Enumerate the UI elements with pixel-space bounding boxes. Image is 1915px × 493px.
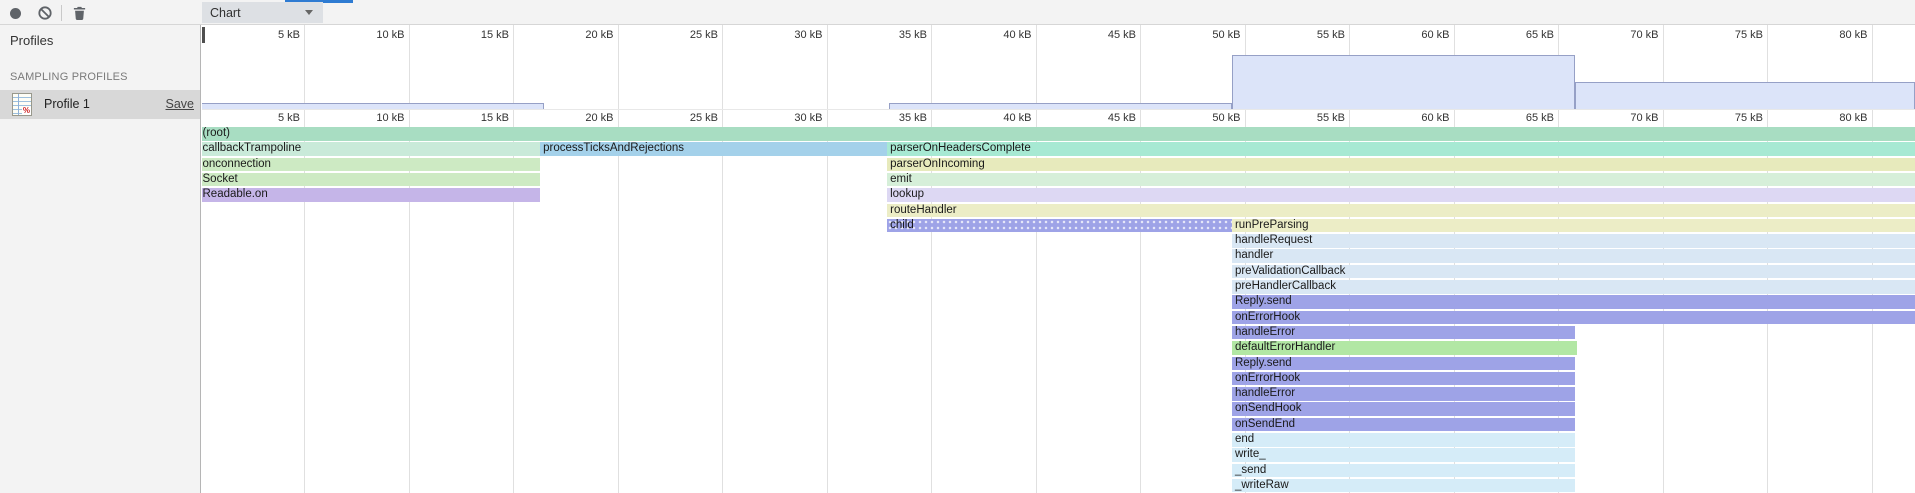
axis-tick-label: 50 kB	[1183, 112, 1241, 124]
sampling-profiles-header: SAMPLING PROFILES	[10, 71, 128, 83]
axis-tick-label: 55 kB	[1287, 29, 1345, 41]
clear-profiles-button[interactable]	[36, 4, 54, 22]
flame-bar[interactable]: onSendEnd	[1232, 418, 1575, 432]
axis-tick-label: 5 kB	[242, 112, 300, 124]
axis-tick-label: 10 kB	[347, 112, 405, 124]
chevron-down-icon	[305, 10, 313, 15]
flame-bar[interactable]: handler	[1232, 249, 1915, 263]
flame-bar[interactable]: handleError	[1232, 326, 1575, 340]
axis-tick-label: 25 kB	[660, 112, 718, 124]
axis-tick-label: 50 kB	[1183, 29, 1241, 41]
allocation-overview[interactable]	[202, 45, 1915, 109]
axis-tick-label: 60 kB	[1392, 112, 1450, 124]
axis-tick-label: 80 kB	[1810, 112, 1868, 124]
flame-bar[interactable]: onSendHook	[1232, 402, 1575, 416]
delete-profile-button[interactable]	[70, 4, 88, 22]
overview-area-segment	[1575, 82, 1915, 109]
flame-bar[interactable]: parserOnIncoming	[887, 158, 1915, 172]
flame-bar[interactable]: routeHandler	[887, 204, 1915, 218]
axis-tick-label: 30 kB	[765, 112, 823, 124]
flame-bar[interactable]: onconnection	[202, 158, 540, 172]
heap-profile-icon: %	[12, 93, 32, 116]
flame-bar[interactable]: emit	[887, 173, 1915, 187]
flame-bar[interactable]: _writeRaw	[1232, 479, 1575, 493]
flame-bar[interactable]: processTicksAndRejections	[540, 142, 887, 156]
flame-bar[interactable]: preHandlerCallback	[1232, 280, 1915, 294]
save-profile-link[interactable]: Save	[166, 97, 195, 111]
flame-bar[interactable]: handleRequest	[1232, 234, 1915, 248]
axis-tick-label: 65 kB	[1496, 112, 1554, 124]
overview-area-segment	[1232, 55, 1575, 109]
axis-tick-label: 20 kB	[556, 29, 614, 41]
flame-bar[interactable]: preValidationCallback	[1232, 265, 1915, 279]
sidebar-title: Profiles	[10, 33, 53, 48]
flame-bar[interactable]: Readable.on	[202, 188, 540, 202]
flame-bar[interactable]: child	[887, 219, 1232, 233]
flame-bar[interactable]: Reply.send	[1232, 295, 1915, 309]
view-mode-select[interactable]: Chart	[202, 2, 323, 23]
axis-tick-label: 70 kB	[1601, 29, 1659, 41]
profiles-sidebar: Profiles SAMPLING PROFILES % Profile 1 S…	[0, 25, 201, 493]
flame-bar[interactable]: parserOnHeadersComplete	[887, 142, 1915, 156]
axis-tick-label: 15 kB	[451, 29, 509, 41]
axis-tick-label: 15 kB	[451, 112, 509, 124]
flame-bar[interactable]: onErrorHook	[1232, 372, 1575, 386]
profile-list-item[interactable]: % Profile 1 Save	[0, 90, 200, 119]
flame-bar[interactable]: runPreParsing	[1232, 219, 1915, 233]
axis-tick-label: 80 kB	[1810, 29, 1868, 41]
axis-tick-label: 45 kB	[1078, 29, 1136, 41]
record-profile-button[interactable]	[6, 4, 24, 22]
profile-name: Profile 1	[44, 97, 90, 111]
axis-tick-label: 70 kB	[1601, 112, 1659, 124]
axis-tick-label: 10 kB	[347, 29, 405, 41]
axis-tick-label: 45 kB	[1078, 112, 1136, 124]
flame-bar[interactable]: _send	[1232, 464, 1575, 478]
axis-tick-label: 65 kB	[1496, 29, 1554, 41]
record-icon	[10, 8, 21, 19]
axis-tick-label: 20 kB	[556, 112, 614, 124]
axis-tick-label: 75 kB	[1705, 112, 1763, 124]
percent-badge: %	[22, 107, 31, 115]
block-icon	[37, 5, 53, 21]
axis-tick-label: 35 kB	[869, 29, 927, 41]
axis-tick-label: 25 kB	[660, 29, 718, 41]
view-mode-value: Chart	[210, 6, 241, 20]
flame-bar[interactable]: end	[1232, 433, 1575, 447]
flame-bar[interactable]: (root)	[202, 127, 1915, 141]
trash-icon	[72, 5, 87, 21]
axis-tick-label: 60 kB	[1392, 29, 1450, 41]
axis-tick-label: 40 kB	[974, 29, 1032, 41]
overview-baseline	[202, 109, 1915, 110]
flame-bar[interactable]: write_	[1232, 448, 1575, 462]
toolbar-divider	[61, 5, 62, 21]
flame-graph: (root)callbackTrampolineprocessTicksAndR…	[202, 127, 1915, 493]
flamechart-pane: 5 kB 10 kB 15 kB 20 kB 25 kB 30 kB 35 kB 40 kB 4…	[202, 25, 1915, 493]
axis-tick-label: 55 kB	[1287, 112, 1345, 124]
axis-tick-label: 30 kB	[765, 29, 823, 41]
flame-bar[interactable]: handleError	[1232, 387, 1575, 401]
flame-bar[interactable]: Reply.send	[1232, 357, 1575, 371]
axis-tick-label: 40 kB	[974, 112, 1032, 124]
axis-tick-label: 5 kB	[242, 29, 300, 41]
flame-bar[interactable]: defaultErrorHandler	[1232, 341, 1577, 355]
axis-tick-label: 35 kB	[869, 112, 927, 124]
flame-bar[interactable]: onErrorHook	[1232, 311, 1915, 325]
axis-tick-label: 75 kB	[1705, 29, 1763, 41]
flame-bar[interactable]: Socket	[202, 173, 540, 187]
overview-left-drag-handle[interactable]	[202, 27, 205, 43]
toolbar: Chart	[0, 0, 1915, 25]
flame-bar[interactable]: callbackTrampoline	[202, 142, 540, 156]
flame-bar[interactable]: lookup	[887, 188, 1915, 202]
